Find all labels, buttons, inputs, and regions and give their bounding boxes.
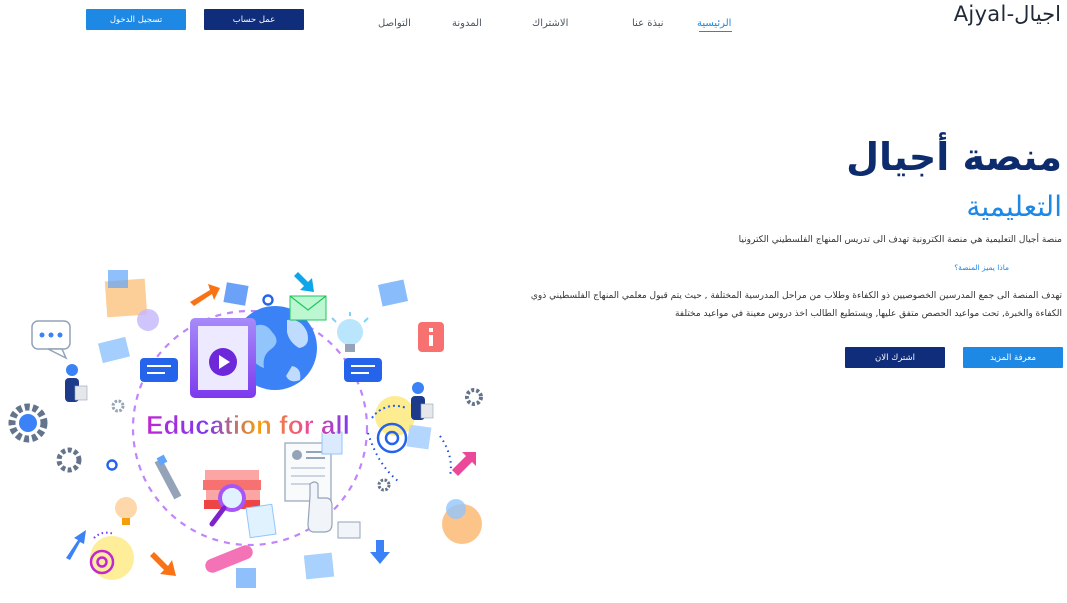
deco-square — [108, 270, 128, 288]
deco-square — [236, 568, 256, 588]
envelope-icon — [289, 295, 327, 321]
ring-icon — [106, 459, 118, 471]
student-figure-icon — [65, 364, 88, 402]
login-button[interactable]: تسجيل الدخول — [86, 9, 186, 30]
student-figure-icon — [411, 382, 434, 420]
gear-icon — [111, 399, 125, 413]
nav-about[interactable]: نبذة عنا — [632, 18, 664, 29]
chat-bubble-icon — [140, 358, 178, 382]
hero-description: منصة أجيال التعليمية هي منصة الكترونية ت… — [738, 235, 1062, 245]
lightbulb-icon — [115, 497, 137, 525]
nav-blog[interactable]: المدونة — [452, 18, 482, 29]
arrow-icon — [370, 540, 390, 564]
chat-bubble-icon — [31, 320, 71, 360]
chat-bubble-icon — [344, 358, 382, 382]
education-illustration: Education for all — [8, 270, 483, 588]
features-link[interactable]: ماذا يميز المنصة؟ — [954, 263, 1009, 272]
arrow-icon — [452, 452, 476, 476]
deco-circle — [137, 309, 159, 331]
paper-icon — [245, 503, 277, 539]
nav-active-underline — [699, 31, 732, 32]
deco-square — [97, 336, 131, 364]
deco-circle — [446, 499, 466, 519]
gear-icon — [8, 403, 48, 443]
info-bubble-icon — [418, 322, 444, 352]
dotted-arc — [367, 432, 399, 482]
gear-icon — [465, 388, 483, 406]
gear-icon — [56, 447, 82, 473]
nav-contact[interactable]: التواصل — [378, 18, 411, 29]
brand-logo[interactable]: اجيال-Ajyal — [954, 2, 1061, 26]
banner-text: Education for all — [146, 410, 350, 440]
nav-home[interactable]: الرئيسية — [697, 18, 731, 29]
arrow-icon — [190, 284, 220, 306]
hero-paragraph: تهدف المنصة الى جمع المدرسين الخصوصيين ذ… — [530, 291, 1062, 319]
signup-button[interactable]: عمل حساب — [204, 9, 304, 30]
learn-more-button[interactable]: معرفة المزيد — [963, 347, 1063, 368]
gear-icon — [377, 478, 391, 492]
paper-icon — [337, 521, 361, 539]
nav-subscription[interactable]: الاشتراك — [532, 18, 568, 29]
target-icon — [89, 536, 134, 580]
deco-square — [303, 552, 335, 580]
deco-square — [377, 279, 409, 307]
pencil-icon — [154, 454, 182, 500]
arrow-icon — [294, 272, 314, 292]
video-tablet-icon — [190, 318, 256, 398]
hero-title: منصة أجيال — [846, 135, 1062, 179]
arrow-icon — [150, 552, 176, 576]
lightbulb-icon — [331, 312, 369, 352]
subscribe-now-button[interactable]: اشترك الان — [845, 347, 945, 368]
ring-icon — [262, 294, 274, 306]
arrow-icon — [66, 530, 86, 560]
hero-subtitle: التعليمية — [966, 190, 1062, 223]
deco-square — [223, 282, 249, 306]
dotted-arc — [439, 435, 452, 477]
